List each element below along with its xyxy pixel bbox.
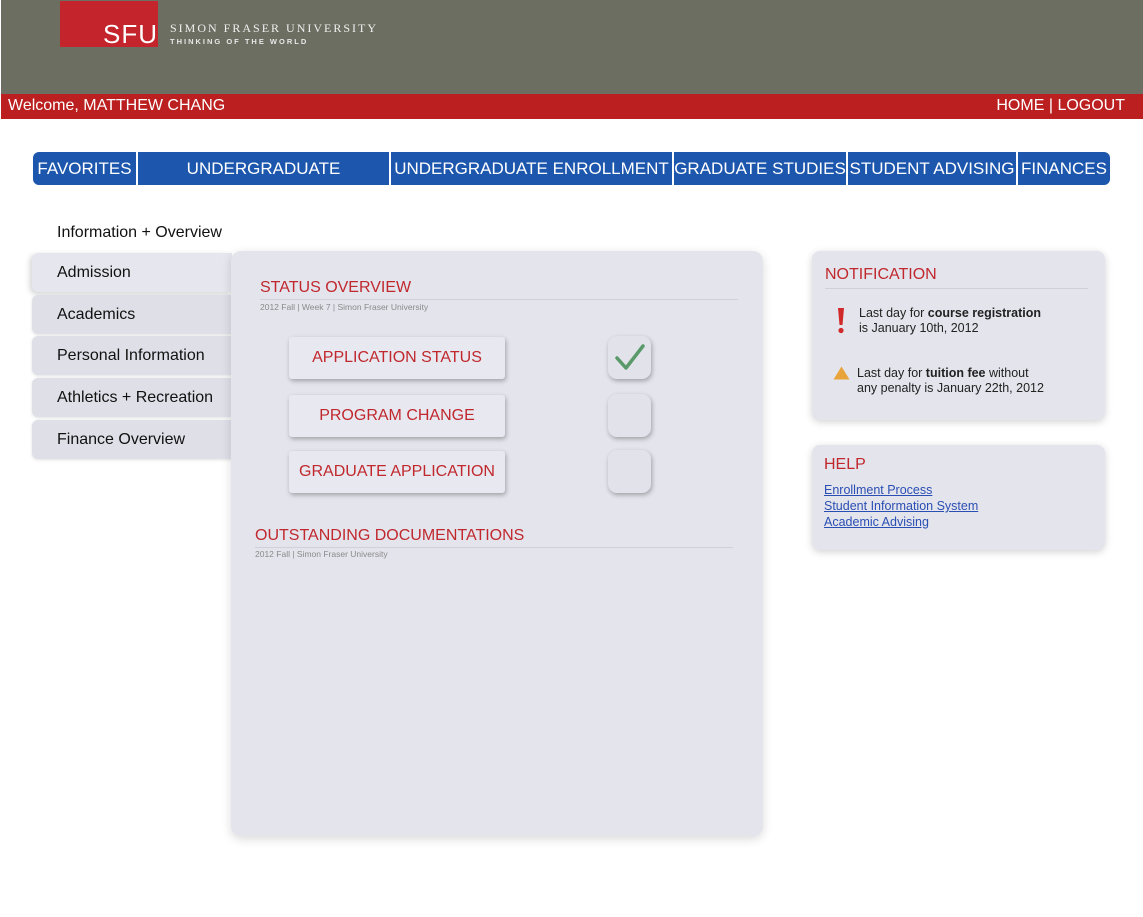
outstanding-documentations-subtitle: 2012 Fall | Simon Fraser University xyxy=(255,549,388,559)
notification-text: Last day for xyxy=(859,306,928,320)
help-link-enrollment-process[interactable]: Enrollment Process xyxy=(824,483,932,497)
nav-undergraduate-enrollment[interactable]: UNDERGRADUATE ENROLLMENT xyxy=(391,152,674,185)
nav-undergraduate-admission[interactable]: UNDERGRADUATE ADMISSION xyxy=(138,152,391,185)
notification-emphasis: tuition fee xyxy=(925,366,986,380)
help-title: HELP xyxy=(824,456,866,473)
notification-title: NOTIFICATION xyxy=(825,266,937,283)
sidebar-item-personal-information[interactable]: Personal Information xyxy=(32,336,232,375)
outstanding-divider xyxy=(255,547,733,548)
logo-abbreviation: SFU xyxy=(103,19,158,49)
notification-emphasis: course registration xyxy=(927,306,1042,320)
notification-text: Last day for xyxy=(857,366,926,380)
help-link-student-information-system[interactable]: Student Information System xyxy=(824,499,978,513)
top-links: HOME | LOGOUT xyxy=(996,97,1125,115)
welcome-message: Welcome, MATTHEW CHANG xyxy=(8,97,226,114)
link-separator: | xyxy=(1048,97,1053,114)
home-link[interactable]: HOME xyxy=(996,97,1044,114)
notification-item-registration: Last day for course registration is Janu… xyxy=(859,306,1041,336)
sidebar-item-athletics-recreation[interactable]: Athletics + Recreation xyxy=(32,378,232,417)
status-divider xyxy=(260,299,738,300)
exclamation-icon xyxy=(838,308,844,334)
notification-date: is January 10th, 2012 xyxy=(859,321,979,335)
nav-finances[interactable]: FINANCES xyxy=(1018,152,1110,185)
nav-student-advising[interactable]: STUDENT ADVISING xyxy=(848,152,1018,185)
sidebar-item-admission[interactable]: Admission xyxy=(32,253,232,292)
outstanding-documentations-title: OUTSTANDING DOCUMENTATIONS xyxy=(255,527,525,544)
help-card: HELP Enrollment Process Student Informat… xyxy=(812,445,1105,550)
program-change-checkbox[interactable] xyxy=(608,394,651,437)
notification-date: any penalty is January 22th, 2012 xyxy=(857,381,1044,395)
welcome-bar: Welcome, MATTHEW CHANG HOME | LOGOUT xyxy=(1,94,1143,119)
graduate-application-checkbox[interactable] xyxy=(608,450,651,493)
logo-tagline: THINKING OF THE WORLD xyxy=(170,37,309,46)
warning-triangle-icon xyxy=(833,366,850,380)
status-overview-subtitle: 2012 Fall | Week 7 | Simon Fraser Univer… xyxy=(260,302,429,312)
notification-card: NOTIFICATION Last day for course registr… xyxy=(812,251,1105,420)
logo-university-name: SIMON FRASER UNIVERSITY xyxy=(170,21,379,35)
notification-text-tail: without xyxy=(985,366,1029,380)
program-change-button[interactable]: PROGRAM CHANGE xyxy=(289,395,505,437)
graduate-application-button[interactable]: GRADUATE APPLICATION xyxy=(289,451,505,493)
application-status-button[interactable]: APPLICATION STATUS xyxy=(289,337,505,379)
help-link-academic-advising[interactable]: Academic Advising xyxy=(824,515,929,529)
main-navigation: FAVORITES UNDERGRADUATE ADMISSION UNDERG… xyxy=(33,152,1110,185)
status-overview-title: STATUS OVERVIEW xyxy=(260,279,412,296)
nav-graduate-studies[interactable]: GRADUATE STUDIES xyxy=(674,152,848,185)
sfu-logo[interactable]: SFU xyxy=(60,1,158,47)
sidebar-item-academics[interactable]: Academics xyxy=(32,295,232,334)
site-header: SFU SIMON FRASER UNIVERSITY THINKING OF … xyxy=(1,0,1143,94)
sidebar-item-finance-overview[interactable]: Finance Overview xyxy=(32,420,232,459)
nav-favorites[interactable]: FAVORITES xyxy=(33,152,138,185)
notification-divider xyxy=(825,288,1088,289)
checkmark-icon xyxy=(615,344,645,370)
sidebar-heading[interactable]: Information + Overview xyxy=(57,224,222,242)
application-status-checkbox[interactable] xyxy=(608,336,651,379)
logout-link[interactable]: LOGOUT xyxy=(1057,97,1125,114)
notification-item-tuition: Last day for tuition fee without any pen… xyxy=(857,366,1044,396)
